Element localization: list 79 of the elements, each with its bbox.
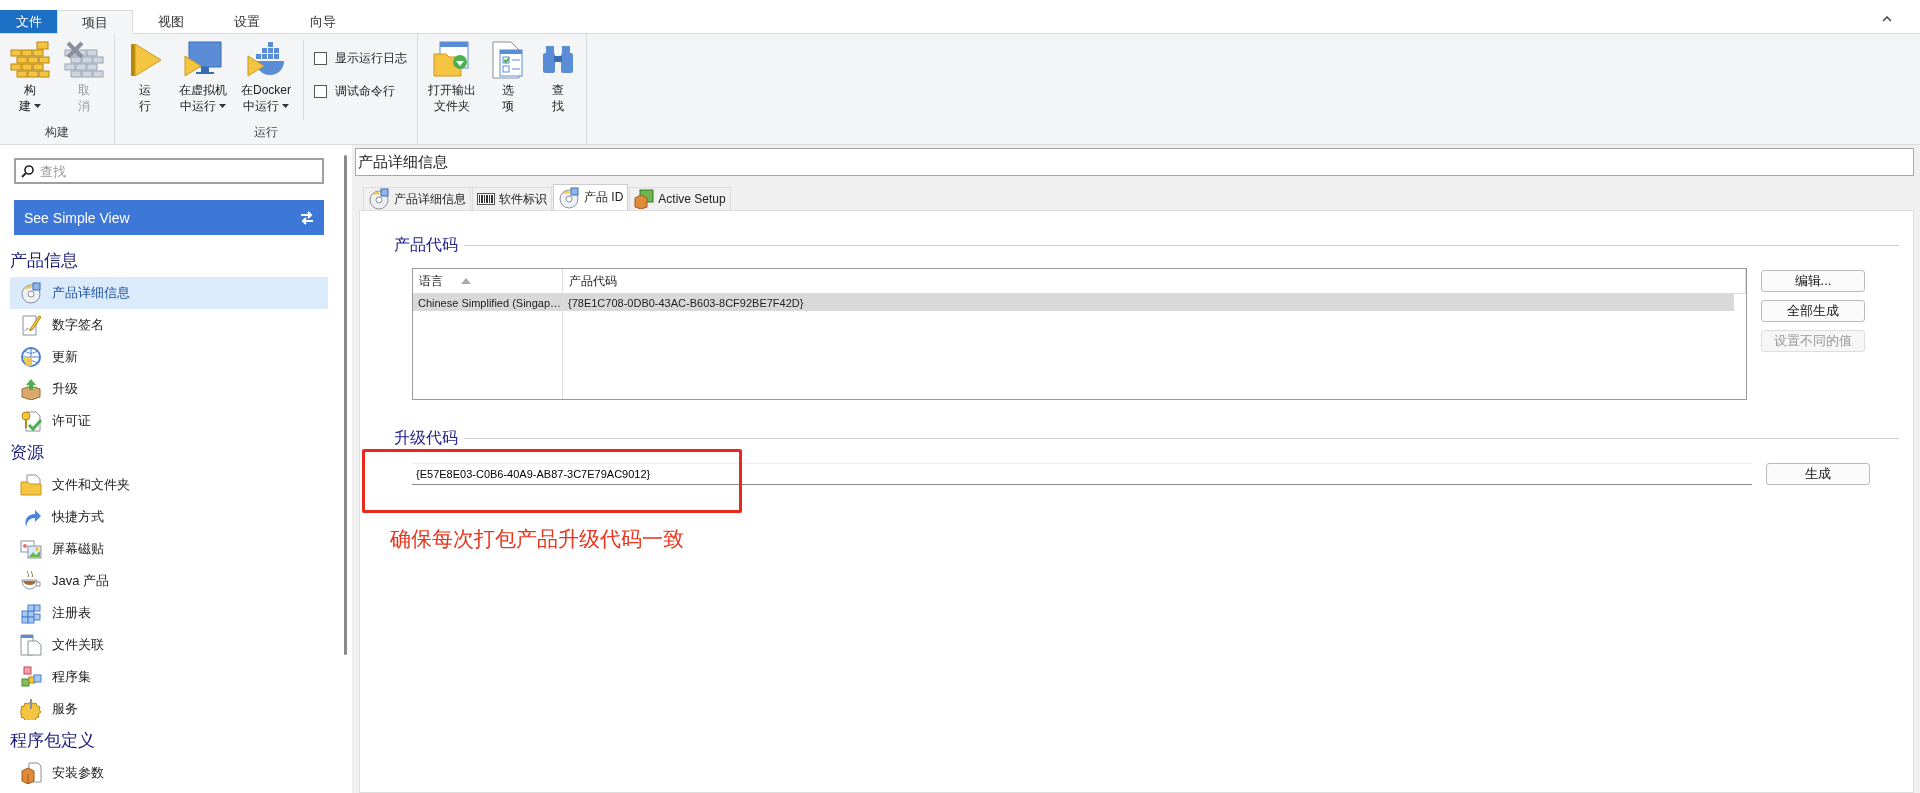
- simple-view-button[interactable]: See Simple View: [14, 200, 324, 235]
- group-label: 构建: [44, 124, 70, 141]
- folder-arrow-icon: [432, 40, 472, 80]
- nav-item[interactable]: 更新: [10, 341, 328, 373]
- key-check-icon: [20, 410, 42, 432]
- group-heading: 产品代码: [394, 235, 458, 255]
- box-arrow-icon: [20, 378, 42, 400]
- swap-icon: [300, 210, 314, 225]
- ribbon-tab[interactable]: 项目: [57, 10, 133, 34]
- checklist-icon: [490, 40, 526, 80]
- globe-icon: [20, 346, 42, 368]
- search-icon: [21, 164, 35, 178]
- blocks-icon: [20, 666, 42, 688]
- action-button[interactable]: 编辑...: [1761, 270, 1865, 292]
- ribbon-button[interactable]: 运 行: [119, 40, 171, 114]
- image-tiles-icon: [20, 538, 42, 560]
- ribbon-button[interactable]: 打开输出 文件夹: [422, 40, 482, 114]
- ribbon-button[interactable]: 选 项: [484, 40, 532, 114]
- scrollbar-thumb[interactable]: [343, 155, 347, 655]
- collapse-icon: [1882, 16, 1892, 22]
- column-header[interactable]: 产品代码: [563, 269, 1746, 293]
- section-heading: 资源: [10, 442, 45, 464]
- ribbon-tab[interactable]: 设置: [209, 10, 285, 34]
- monitor-play-icon: [183, 40, 223, 80]
- tab[interactable]: 产品详细信息: [363, 187, 471, 210]
- nav-item[interactable]: 文件和文件夹: [10, 469, 328, 501]
- bricks-icon: [10, 40, 50, 80]
- checkbox-option[interactable]: 调试命令行: [314, 83, 407, 100]
- tab[interactable]: 产品 ID: [553, 184, 629, 210]
- tab[interactable]: 软件标识: [472, 187, 552, 210]
- group-heading: 升级代码: [394, 428, 458, 448]
- folder-icon: [20, 474, 42, 496]
- action-button[interactable]: 全部生成: [1761, 300, 1865, 322]
- ribbon-tab[interactable]: 文件: [0, 10, 57, 33]
- nav-item[interactable]: 服务: [10, 693, 328, 725]
- nav-item[interactable]: 升级: [10, 373, 328, 405]
- ribbon-button[interactable]: 查 找: [534, 40, 582, 114]
- nav-item[interactable]: 许可证: [10, 405, 328, 437]
- section-heading: 产品信息: [10, 250, 79, 272]
- annotation-text: 确保每次打包产品升级代码一致: [390, 526, 685, 552]
- ribbon-button[interactable]: 在Docker 中运行: [235, 40, 297, 114]
- checkbox[interactable]: [314, 52, 327, 65]
- gear-icon: [20, 698, 42, 720]
- checkbox[interactable]: [314, 85, 327, 98]
- container-play-icon: [246, 40, 286, 80]
- table-row[interactable]: Chinese Simplified (Singap… {78E1C708-0DB0-43AC-B603-8CF92BE7F42D}: [413, 294, 1734, 311]
- cancel-icon: [64, 40, 104, 80]
- cup-icon: [20, 570, 42, 592]
- nav-item[interactable]: 屏幕磁贴: [10, 533, 328, 565]
- ribbon-tab[interactable]: 向导: [285, 10, 361, 34]
- nav-item[interactable]: 安装参数: [10, 757, 328, 789]
- action-button[interactable]: 生成: [1766, 463, 1870, 485]
- group-label: 运行: [253, 124, 279, 141]
- nav-item[interactable]: 程序集: [10, 661, 328, 693]
- disc-icon: [20, 282, 42, 304]
- nav-item[interactable]: 注册表: [10, 597, 328, 629]
- documents-icon: [20, 634, 42, 656]
- search-field[interactable]: 查找: [14, 158, 324, 184]
- signature-icon: [20, 314, 42, 336]
- ribbon-button[interactable]: 构 建: [4, 40, 56, 114]
- table-cell: Chinese Simplified (Singap…: [413, 294, 563, 311]
- section-heading: 程序包定义: [10, 730, 96, 752]
- nav-item[interactable]: Java 产品: [10, 565, 328, 597]
- page-title: 产品详细信息: [355, 148, 1914, 176]
- table-cell-text: {78E1C708-0DB0-43AC-B603-8CF92BE7F42D}: [567, 296, 805, 309]
- ribbon-button[interactable]: 在虚拟机 中运行: [173, 40, 233, 114]
- column-header[interactable]: 语言: [413, 269, 563, 293]
- nav-item[interactable]: 产品详细信息: [10, 277, 328, 309]
- checkbox-option[interactable]: 显示运行日志: [314, 50, 407, 67]
- tab[interactable]: Active Setup: [629, 187, 731, 210]
- package-icon: [20, 762, 42, 784]
- nav-item[interactable]: 数字签名: [10, 309, 328, 341]
- ribbon-tab[interactable]: 视图: [133, 10, 209, 34]
- upgrade-code-field[interactable]: {E57E8E03-C0B6-40A9-AB87-3C7E79AC9012}: [412, 463, 1752, 485]
- box-icon: [634, 189, 655, 209]
- nav-item[interactable]: 文件关联: [10, 629, 328, 661]
- cubes-icon: [20, 602, 42, 624]
- nav-item[interactable]: 快捷方式: [10, 501, 328, 533]
- barcode-icon: [477, 192, 495, 206]
